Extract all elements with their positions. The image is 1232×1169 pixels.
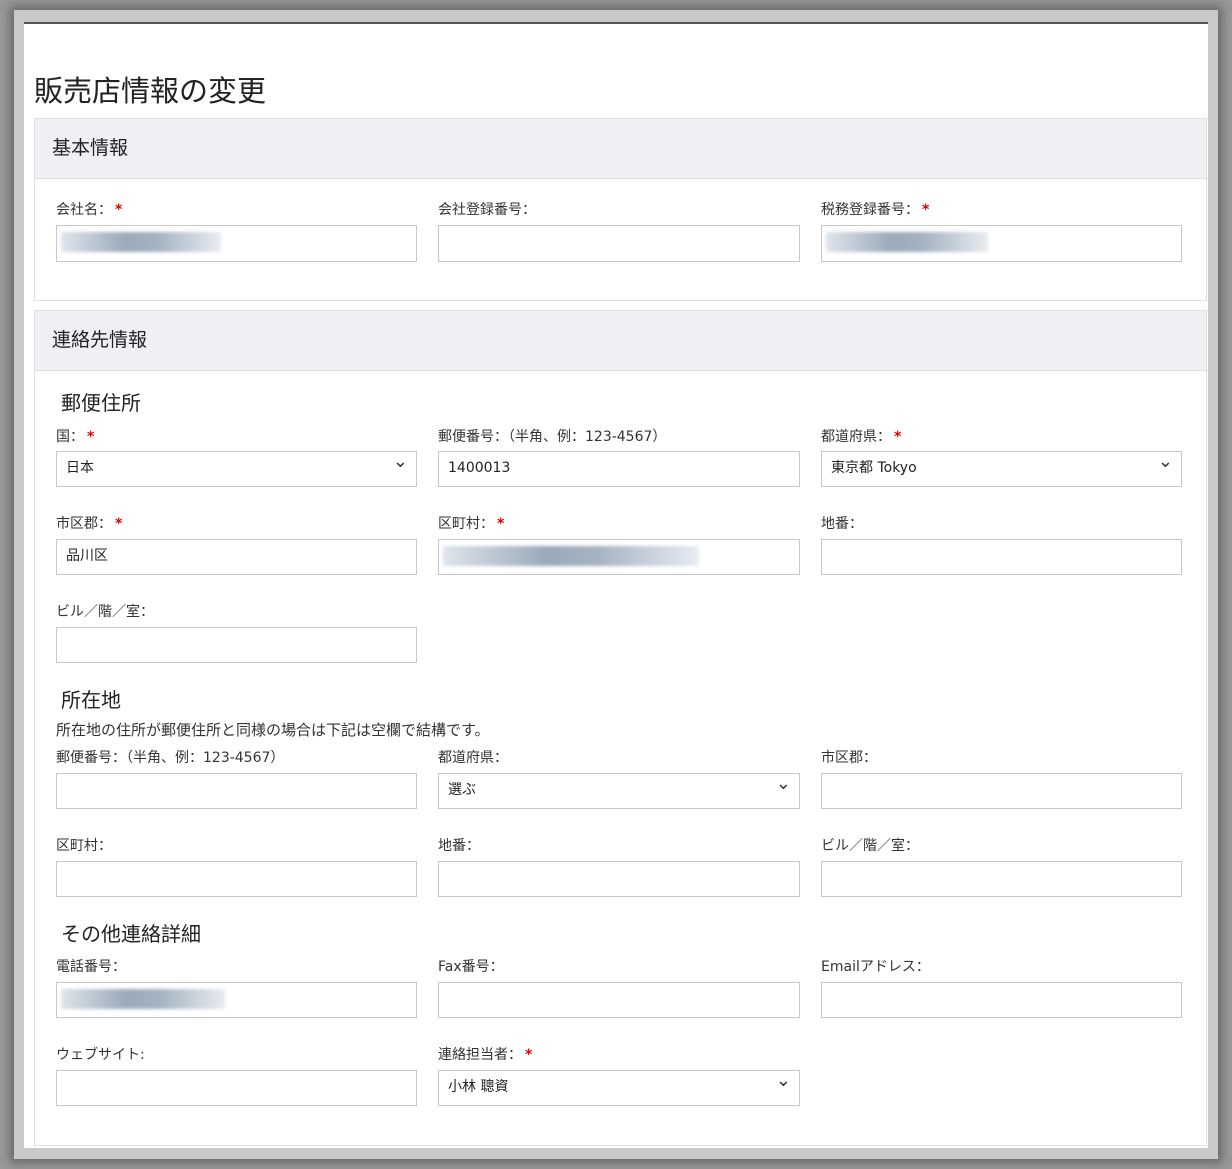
- location-zip-label: 郵便番号：（半角、例：123-4567）: [56, 750, 285, 766]
- fax-label: Fax番号：: [438, 959, 504, 975]
- location-note: 所在地の住所が郵便住所と同様の場合は下記は空欄で結構です。: [56, 721, 490, 739]
- email-input[interactable]: [821, 982, 1182, 1018]
- location-town-input[interactable]: [56, 861, 417, 897]
- company-reg-no-label: 会社登録番号：: [438, 202, 536, 218]
- postal-zip-label: 郵便番号：（半角、例：123-4567）: [438, 429, 667, 445]
- website-input[interactable]: [56, 1070, 417, 1106]
- location-prefecture-select[interactable]: 選ぶ: [438, 768, 800, 809]
- basic-info-panel: 基本情報 会社名： * 会社登録番号： 税務登録番号： *: [34, 118, 1207, 301]
- company-name-label: 会社名： *: [56, 202, 123, 218]
- contact-info-heading: 連絡先情報: [35, 311, 1206, 371]
- company-reg-no-input[interactable]: [438, 225, 800, 262]
- redacted-value: [61, 232, 221, 252]
- location-city-label: 市区郡：: [821, 750, 877, 766]
- postal-address-heading: 郵便住所: [61, 391, 141, 415]
- location-building-label: ビル／階／室：: [821, 838, 919, 854]
- location-prefecture-label: 都道府県：: [438, 750, 508, 766]
- postal-city-input[interactable]: 品川区: [56, 539, 417, 575]
- location-town-label: 区町村：: [56, 838, 112, 854]
- phone-label: 電話番号：: [56, 959, 126, 975]
- redacted-value: [61, 989, 225, 1009]
- postal-town-label: 区町村： *: [438, 516, 505, 532]
- postal-prefecture-select[interactable]: 東京都 Tokyo: [821, 446, 1182, 487]
- postal-city-label: 市区郡： *: [56, 516, 123, 532]
- postal-zip-input[interactable]: 1400013: [438, 451, 800, 487]
- email-label: Emailアドレス：: [821, 959, 930, 975]
- country-label: 国： *: [56, 429, 95, 445]
- location-city-input[interactable]: [821, 773, 1182, 809]
- postal-town-input[interactable]: [438, 539, 800, 575]
- postal-building-input[interactable]: [56, 627, 417, 663]
- postal-prefecture-label: 都道府県： *: [821, 429, 902, 445]
- postal-block-label: 地番：: [821, 516, 863, 532]
- phone-input[interactable]: [56, 982, 417, 1018]
- website-label: ウェブサイト:: [56, 1047, 145, 1063]
- contact-person-select[interactable]: 小林 聰資: [438, 1065, 800, 1106]
- redacted-value: [826, 232, 988, 252]
- tax-reg-no-label: 税務登録番号： *: [821, 202, 930, 218]
- redacted-value: [443, 546, 699, 566]
- fax-input[interactable]: [438, 982, 800, 1018]
- country-select[interactable]: 日本: [56, 446, 417, 487]
- other-contact-heading: その他連絡詳細: [61, 922, 201, 946]
- company-name-input[interactable]: [56, 225, 417, 262]
- postal-block-input[interactable]: [821, 539, 1182, 575]
- location-block-input[interactable]: [438, 861, 800, 897]
- tax-reg-no-input[interactable]: [821, 225, 1182, 262]
- contact-person-label: 連絡担当者： *: [438, 1047, 533, 1063]
- page-title: 販売店情報の変更: [34, 74, 267, 108]
- contact-info-panel: 連絡先情報 郵便住所 国：* 日本 郵便番号：（半角、例：123-4567） 1…: [34, 310, 1207, 1146]
- basic-info-heading: 基本情報: [35, 119, 1206, 179]
- location-building-input[interactable]: [821, 861, 1182, 897]
- location-block-label: 地番：: [438, 838, 480, 854]
- location-zip-input[interactable]: [56, 773, 417, 809]
- form-page: 販売店情報の変更 基本情報 会社名： * 会社登録番号： 税務登録番号： * 連絡先…: [24, 22, 1208, 1148]
- location-heading: 所在地: [61, 688, 121, 712]
- postal-building-label: ビル／階／室：: [56, 604, 154, 620]
